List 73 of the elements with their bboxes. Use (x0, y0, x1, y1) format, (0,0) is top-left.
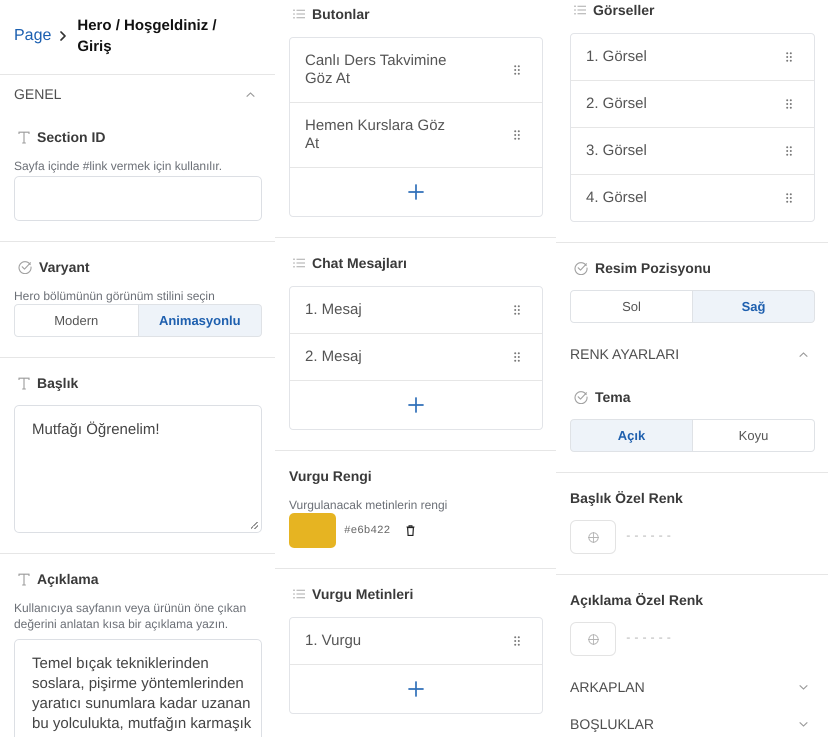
trash-icon[interactable] (406, 525, 416, 536)
option-tab[interactable]: Modern (14, 304, 138, 337)
check-circle-icon (18, 260, 32, 274)
field-description: Hero bölümünün görünüm stilini seçin (14, 288, 216, 304)
field-label: Tema (595, 388, 631, 407)
list-item[interactable]: 3. Görsel (571, 127, 814, 174)
list-item[interactable]: 2. Mesaj (290, 333, 542, 380)
plus-icon (408, 397, 424, 413)
field-description: Vurgulanacak metinlerin rengi (289, 497, 448, 513)
list-item[interactable]: 1. Görsel (571, 34, 814, 80)
field-label: Başlık Özel Renk (570, 489, 683, 508)
list-item[interactable]: Canlı Ders Takvimine Göz At (290, 38, 542, 102)
color-value: ------ (625, 633, 674, 645)
text-type-icon (18, 376, 30, 390)
field-label: Chat Mesajları (312, 254, 407, 273)
check-circle-icon (574, 390, 588, 404)
chevron-right-icon (60, 31, 66, 41)
drag-handle-icon[interactable] (514, 65, 520, 75)
field-label: Section ID (37, 128, 106, 147)
text-type-icon (18, 130, 30, 144)
field-label: Açıklama Özel Renk (570, 591, 704, 610)
drag-handle-icon[interactable] (786, 99, 792, 109)
textarea-field[interactable]: Mutfağı Öğrenelim! (14, 405, 262, 533)
color-value: #e6b422 (344, 524, 390, 536)
list-icon (293, 589, 305, 599)
field-description: Kullanıcıya sayfanın veya ürünün öne çıkan değerini anlatan kısa bir açıklama yazın. (14, 600, 248, 632)
option-tab[interactable]: Koyu (693, 419, 815, 452)
list-icon (574, 5, 586, 15)
drag-handle-icon[interactable] (514, 636, 520, 646)
check-circle-icon (574, 261, 588, 275)
field-label: Görseller (593, 1, 654, 20)
breadcrumb-link[interactable]: Page (14, 26, 52, 46)
page-title: Hero / Hoşgeldiniz / Giriş (77, 16, 218, 57)
crosshair-icon (588, 532, 598, 542)
list-item[interactable]: 4. Görsel (571, 174, 814, 221)
color-picker-button[interactable] (570, 622, 616, 656)
field-label: Başlık (37, 374, 78, 393)
drag-handle-icon[interactable] (786, 52, 792, 62)
group-header[interactable]: GENEL (0, 75, 275, 112)
field-label: Resim Pozisyonu (595, 259, 711, 278)
list-icon (293, 258, 305, 268)
color-picker-button[interactable] (570, 520, 616, 554)
drag-handle-icon[interactable] (514, 352, 520, 362)
group-header[interactable]: BOŞLUKLAR (556, 705, 828, 737)
group-header[interactable]: ARKAPLAN (556, 668, 828, 705)
plus-icon (408, 184, 424, 200)
list-item[interactable]: 1. Vurgu (290, 618, 542, 664)
crosshair-icon (588, 634, 598, 644)
option-tab[interactable]: Açık (570, 419, 693, 452)
drag-handle-icon[interactable] (514, 130, 520, 140)
field-label: Açıklama (37, 570, 98, 589)
textarea-field[interactable]: Temel bıçak tekniklerinden soslara, pişirme yöntemlerinden yaratıcı sunumlara kadar uzanan bu yolculukta, mutfağın karmaşık (14, 639, 262, 737)
option-tab[interactable]: Sol (570, 290, 693, 323)
text-input[interactable] (14, 176, 262, 221)
field-label: Vurgu Rengi (289, 467, 372, 486)
drag-handle-icon[interactable] (514, 305, 520, 315)
field-description: Sayfa içinde #link vermek için kullanılır. (14, 158, 224, 174)
field-label: Vurgu Metinleri (312, 585, 414, 604)
group-header[interactable]: RENK AYARLARI (556, 335, 828, 372)
plus-icon (408, 681, 424, 697)
list-item[interactable]: 1. Mesaj (290, 287, 542, 333)
list-icon (293, 9, 305, 19)
field-label: Butonlar (312, 5, 370, 24)
list-item[interactable]: Hemen Kurslara Göz At (290, 102, 542, 167)
color-value: ------ (625, 531, 674, 543)
text-type-icon (18, 572, 30, 586)
swatch-icon[interactable] (289, 513, 336, 548)
drag-handle-icon[interactable] (786, 193, 792, 203)
field-label: Varyant (39, 258, 90, 277)
option-tab[interactable]: Sağ (693, 290, 815, 323)
list-item[interactable]: 2. Görsel (571, 80, 814, 127)
option-tab[interactable]: Animasyonlu (138, 304, 262, 337)
drag-handle-icon[interactable] (786, 146, 792, 156)
